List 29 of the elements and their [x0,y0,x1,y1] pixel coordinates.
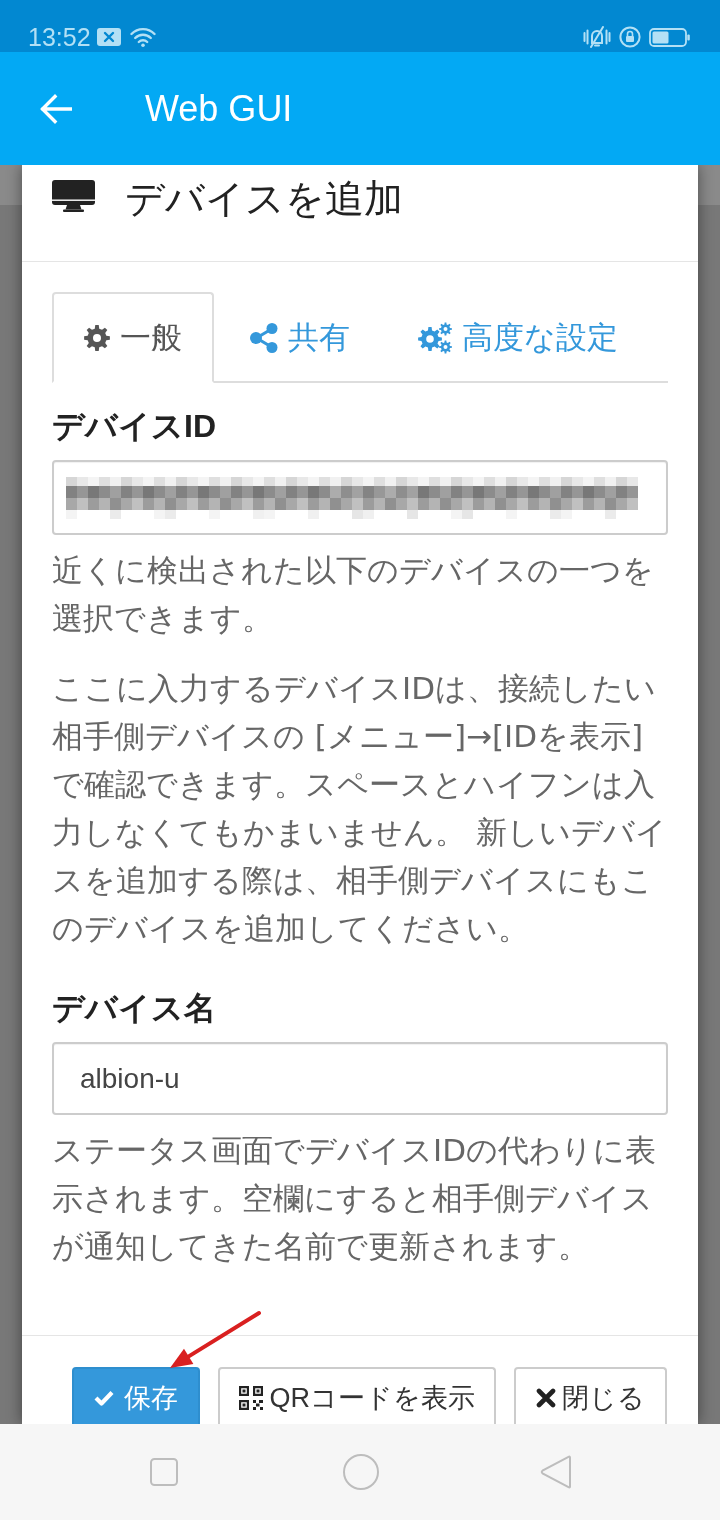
field-label: デバイスID [52,407,217,446]
monitor-icon [52,180,95,212]
back-arrow-icon[interactable] [40,93,72,124]
sim-card-icon [96,28,121,46]
input-field[interactable] [52,460,668,535]
help-text: ステータス画面でデバイスIDの代わりに表示されます。空欄にすると相手側デバイスが通知してきた名前で更新されます。 [52,1131,657,1266]
close-icon [536,1388,556,1408]
battery-icon [649,27,690,47]
gear-icon [84,324,110,351]
check-icon [93,1390,114,1406]
square-icon[interactable] [150,1458,178,1486]
app-title: Web GUI [145,86,293,131]
tab[interactable]: 一般 [52,292,214,383]
close-button[interactable]: 閉じる [514,1367,667,1424]
share-icon [250,322,278,353]
rotation-lock-icon [619,26,641,48]
qr-code-button[interactable]: QRコードを表示 [217,1367,496,1424]
status-time: 13:52 [28,22,91,52]
help-text: 近くに検出された以下のデバイスの一つを選択できます。 [52,551,655,638]
qr-code-icon [238,1386,263,1410]
wifi-icon [129,27,156,47]
dialog-title: デバイスを追加 [125,176,403,222]
vibrate-mute-icon [583,26,611,48]
input-field[interactable]: albion-u [52,1042,668,1115]
circle-icon[interactable] [343,1454,379,1490]
gears-icon [418,321,452,354]
field-label: デバイス名 [52,989,217,1028]
help-text: ここに入力するデバイスIDは、接続したい相手側デバイスの [メニュー]→[IDを表示]で確認できます。スペースとハイフンは入力しなくてもかまいません。 新しいデバイスを追加する際は、相手側デバイスにもこのデバイスを追加してください。 [52,669,668,948]
triangle-back-icon[interactable] [540,1455,572,1489]
